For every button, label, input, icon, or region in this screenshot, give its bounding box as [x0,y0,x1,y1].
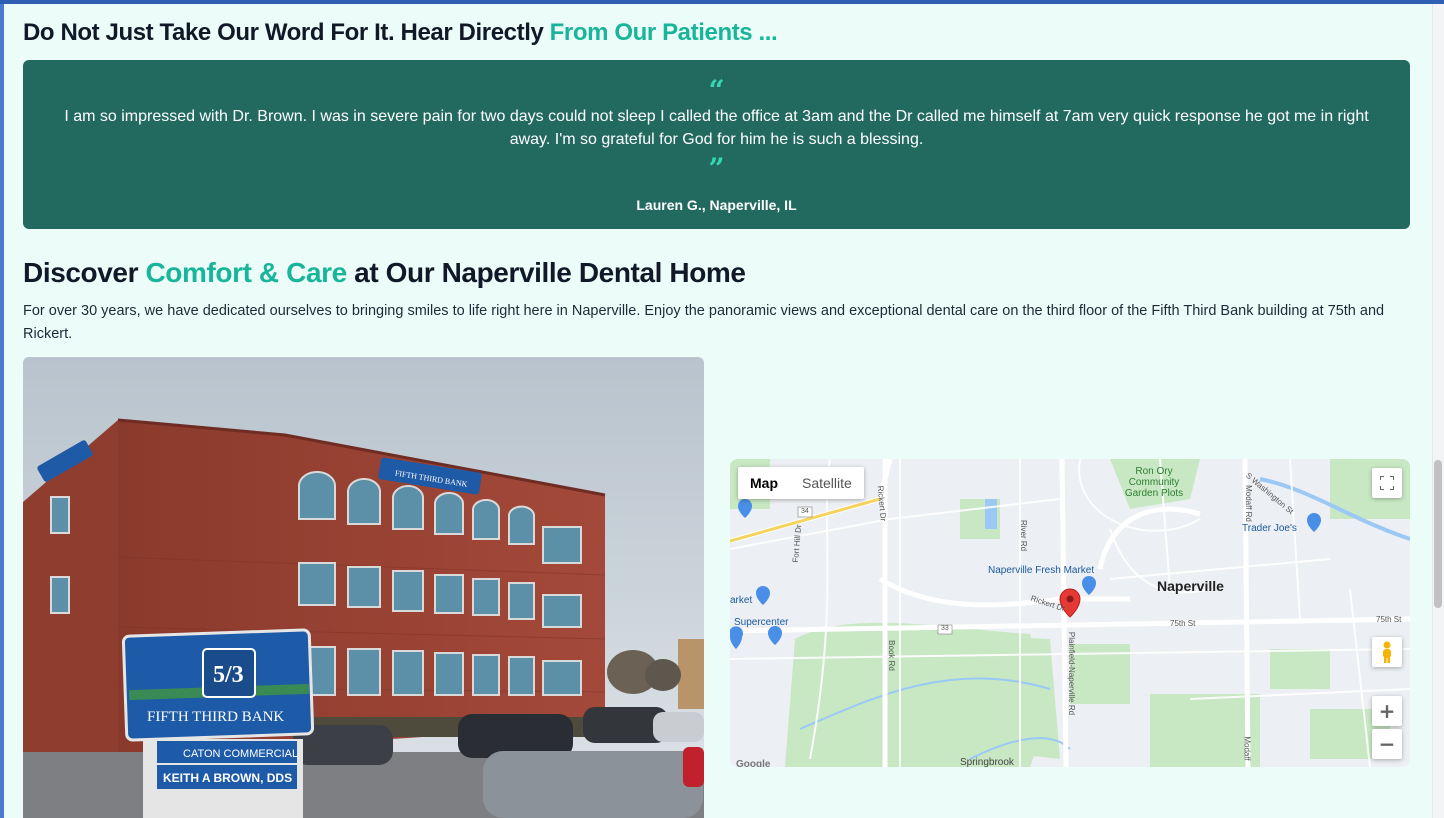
road-label-75th-b: 75th St [1376,615,1402,624]
testimonial-text: I am so impressed with Dr. Brown. I was … [64,108,1369,148]
browser-top-accent [0,0,1444,4]
route-shield-33: 33 [941,625,949,632]
monument-logo-text: 5/3 [213,662,244,688]
reviews-heading-highlight: From Our Patients ... [549,19,778,46]
discover-heading-post: at Our Naperville Dental Home [346,257,746,288]
map-type-toggle[interactable]: Map Satellite [738,467,864,499]
zoom-in-button[interactable]: + [1372,696,1402,726]
office-building-photo: FIFTH THIRD BANK 5/3 FIFTH THIRD BANK CA… [23,357,704,818]
discover-intro-text: For over 30 years, we have dedicated our… [23,303,1385,342]
discover-heading-highlight: Comfort & Care [145,257,347,288]
map-market-label: arket [730,595,753,606]
tenant-sign-2: KEITH A BROWN, DDS [163,771,292,785]
map-freshmarket-label: Naperville Fresh Market [988,565,1095,576]
map-tab-map[interactable]: Map [738,467,790,499]
route-shield-34: 34 [801,508,809,515]
map-traderjoes-label: Trader Joe's [1242,523,1297,534]
page-scrollbar[interactable] [1432,4,1444,818]
reviews-heading: Do Not Just Take Our Word For It. Hear D… [23,18,778,48]
map-park-label: Ron Ory Community Garden Plots [1124,466,1184,499]
zoom-out-button[interactable]: − [1372,729,1402,759]
window-left-edge [0,4,4,818]
road-label-river: River Rd [1019,519,1029,552]
road-label-75th: 75th St [1170,619,1196,628]
fullscreen-icon[interactable] [1372,468,1402,498]
discover-heading-pre: Discover [23,257,146,288]
discover-heading: Discover Comfort & Care at Our Napervill… [23,256,746,290]
google-logo[interactable]: Google [736,759,770,767]
map-springbrook-label: Springbrook [960,757,1014,767]
road-label-book: Book Rd [886,640,896,671]
tenant-sign-1: CATON COMMERCIAL [183,748,298,760]
location-map[interactable]: Map Satellite + − Naperville Ron Ory Com… [730,459,1410,767]
reviews-heading-main: Do Not Just Take Our Word For It. Hear D… [23,19,550,46]
map-city-label: Naperville [1157,578,1224,594]
map-tab-satellite[interactable]: Satellite [790,467,864,499]
road-label-modaff: Modaff Rd [1243,485,1253,522]
map-supercenter-label: Supercenter [734,617,789,628]
testimonial-card: “ I am so impressed with Dr. Brown. I wa… [23,60,1410,229]
road-label-plainfield: Plainfield-Naperville Rd [1067,631,1077,716]
close-quote-icon: ” [708,152,725,185]
open-quote-icon: “ [708,74,725,107]
pegman-icon[interactable] [1372,637,1402,667]
testimonial-author: Lauren G., Naperville, IL [636,197,797,213]
road-label-modaff-2: Modaff [1242,736,1252,761]
monument-bank-text: FIFTH THIRD BANK [147,709,284,725]
page-scrollbar-thumb[interactable] [1434,460,1442,608]
